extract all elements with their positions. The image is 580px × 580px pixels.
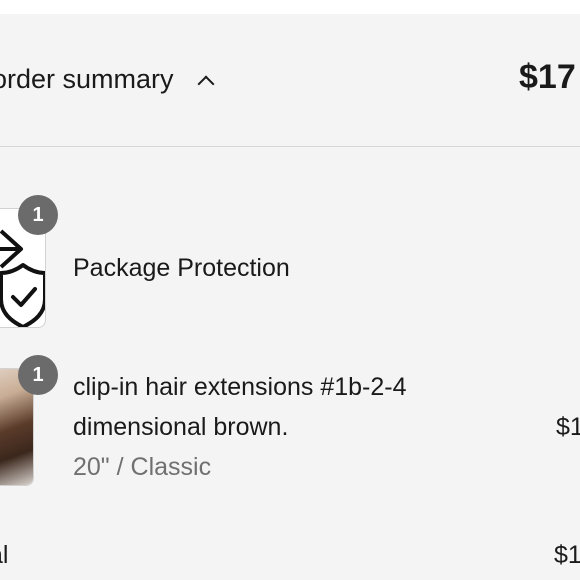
item-name: clip-in hair extensions #1b-2-4 dimensio… [73, 373, 407, 441]
subtotal-value: $1 [554, 541, 580, 569]
subtotal-label: tal [0, 541, 9, 569]
order-summary-header[interactable]: order summary $17 [0, 14, 580, 147]
order-summary-panel: order summary $17 1 Package Protection 1… [0, 14, 580, 580]
item-price: $1 [556, 413, 580, 441]
chevron-up-icon [197, 75, 215, 92]
quantity-badge: 1 [18, 195, 58, 235]
item-name: Package Protection [73, 254, 290, 282]
order-total: $17 [519, 58, 576, 96]
quantity-badge: 1 [18, 355, 58, 395]
order-summary-toggle[interactable]: order summary [0, 64, 215, 95]
order-summary-toggle-label: order summary [0, 64, 174, 94]
item-variant: 20" / Classic [73, 453, 212, 481]
